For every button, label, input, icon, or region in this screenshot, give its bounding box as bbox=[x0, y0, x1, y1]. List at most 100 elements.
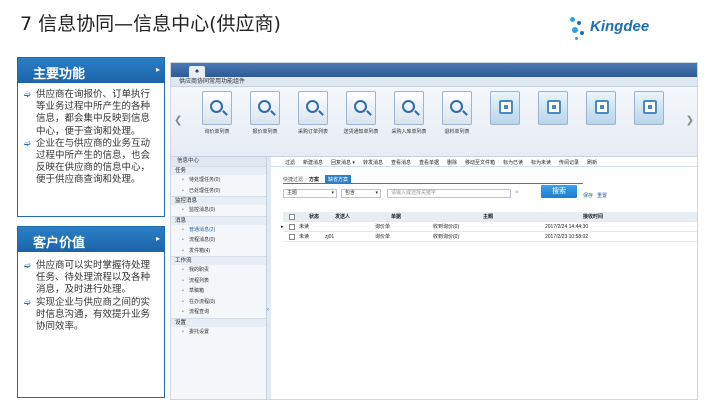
kingdee-logo: Kingdee bbox=[568, 15, 698, 45]
info-center-title: 信息中心 bbox=[171, 157, 266, 166]
column-header[interactable]: 接收时间 bbox=[583, 212, 603, 222]
tile-label: 报价单列表 bbox=[252, 129, 278, 135]
toolbar-button[interactable]: 新建消息 bbox=[303, 159, 323, 166]
tile-label: 采购订单列表 bbox=[297, 129, 328, 135]
function-tile[interactable]: 报价单列表 bbox=[247, 91, 283, 141]
document-icon bbox=[490, 91, 520, 125]
document-icon bbox=[634, 91, 664, 125]
function-tile[interactable] bbox=[487, 91, 523, 141]
toolbar-button[interactable]: 转发消息 bbox=[363, 159, 383, 166]
row-checkbox[interactable] bbox=[289, 234, 295, 240]
table-cell: 收到询价(0) bbox=[433, 224, 460, 230]
toolbar-button[interactable]: 标为未读 bbox=[531, 159, 551, 166]
filter-keyword-input[interactable]: 请输入或选择关键字 bbox=[387, 189, 511, 198]
nav-item[interactable]: 草稿箱 bbox=[171, 286, 266, 297]
customer-value-panel: 客户价值 ▸ ➫ 供应商可以实时掌握待处理 任务、待处理流程以及各种 消息，及时进行处… bbox=[17, 226, 165, 398]
message-table: 状态 发送人 单据 主题 接收时间 ▸ 未读 询价单 收到询价(0) 2017/2/24 14:4… bbox=[281, 212, 697, 242]
magnifier-icon bbox=[250, 91, 280, 125]
nav-group[interactable]: 任务 bbox=[171, 166, 266, 175]
chevron-left-icon[interactable]: ‹ bbox=[267, 307, 269, 313]
function-tile[interactable] bbox=[583, 91, 619, 141]
column-header[interactable]: 单据 bbox=[391, 212, 401, 222]
table-row[interactable]: 未读 zj01 询价单 收到询价(0) 2017/2/23 10:58:02 bbox=[283, 232, 697, 242]
reset-link[interactable]: 重置 bbox=[597, 192, 607, 199]
section-header: 供应商协同常用功能组件 bbox=[171, 77, 697, 87]
function-tile[interactable] bbox=[535, 91, 571, 141]
magnifier-icon bbox=[298, 91, 328, 125]
panel-header: 客户价值 ▸ bbox=[18, 227, 164, 252]
nav-item[interactable]: 在办流程(0) bbox=[171, 297, 266, 308]
nav-item[interactable]: 委托设置 bbox=[171, 327, 266, 338]
table-cell: 未读 bbox=[299, 234, 310, 240]
tile-label: 询价单列表 bbox=[204, 129, 230, 135]
table-cell: 收到询价(0) bbox=[433, 234, 460, 240]
nav-group[interactable]: 消息 bbox=[171, 215, 266, 225]
column-header[interactable]: 主题 bbox=[483, 212, 493, 222]
table-cell: 未读 bbox=[299, 224, 310, 230]
quick-filter-label: 快捷过滤 bbox=[283, 177, 304, 183]
function-tile[interactable]: 采购入库单列表 bbox=[391, 91, 427, 141]
function-tile[interactable]: 询价单列表 bbox=[199, 91, 235, 141]
function-tiles: ❮ ❯ 询价单列表 报价单列表 采购订单列表 送货通知单列表 采购入库单列表 退料单列表 bbox=[171, 87, 697, 157]
nav-item[interactable]: 待处理任务(0) bbox=[171, 175, 266, 186]
bullet-icon: ➫ bbox=[24, 138, 31, 148]
table-cell: 询价单 bbox=[375, 224, 391, 230]
nav-item[interactable]: 流程列表 bbox=[171, 276, 266, 287]
function-tile[interactable]: 采购订单列表 bbox=[295, 91, 331, 141]
toolbar-button[interactable]: 标为已读 bbox=[503, 159, 523, 166]
function-tile[interactable]: 送货通知单列表 bbox=[343, 91, 379, 141]
nav-item[interactable]: 发件箱(4) bbox=[171, 246, 266, 257]
nav-group[interactable]: 工作流 bbox=[171, 256, 266, 265]
document-icon bbox=[586, 91, 616, 125]
toolbar-button[interactable]: 查看单据 bbox=[419, 159, 439, 166]
app-top-bar: ♠ bbox=[171, 63, 697, 77]
magnifier-icon bbox=[394, 91, 424, 125]
bullet-item: ➫ 实现企业与供应商之间的实 时信息沟通，有效提升业务 协同效率。 bbox=[24, 296, 151, 333]
tile-label: 退料单列表 bbox=[444, 129, 470, 135]
clear-icon[interactable]: × bbox=[515, 190, 519, 196]
magnifier-icon bbox=[202, 91, 232, 125]
table-header: 状态 发送人 单据 主题 接收时间 bbox=[283, 212, 697, 222]
bullet-item: ➫ 供应商在询报价、订单执行 等业务过程中所产生的各种 信息，都会集中反映到信息 中心… bbox=[24, 89, 151, 137]
home-tab[interactable]: ♠ bbox=[189, 66, 205, 77]
nav-item[interactable]: 已处理任务(0) bbox=[171, 186, 266, 197]
panel-title: 主要功能 bbox=[33, 66, 86, 81]
toolbar-button[interactable]: 过滤 bbox=[285, 159, 295, 166]
nav-item[interactable]: 我的职责 bbox=[171, 265, 266, 276]
column-header[interactable]: 发送人 bbox=[335, 212, 350, 222]
toolbar-button[interactable]: 移动至文件箱 bbox=[465, 159, 495, 166]
toolbar-button[interactable]: 传阅记录 bbox=[559, 159, 579, 166]
nav-item[interactable]: 流程消息(0) bbox=[171, 235, 266, 246]
panel-title: 客户价值 bbox=[33, 235, 86, 250]
bullet-icon: ➫ bbox=[24, 297, 31, 307]
scheme-label: 方案 bbox=[309, 177, 320, 183]
search-button[interactable]: 搜索 bbox=[541, 185, 577, 198]
column-header[interactable]: 状态 bbox=[309, 212, 319, 222]
function-tile[interactable] bbox=[631, 91, 667, 141]
toolbar-button[interactable]: 回复消息 ▾ bbox=[331, 159, 355, 166]
toolbar-button[interactable]: 刷新 bbox=[587, 159, 597, 166]
arrow-right-icon: ▸ bbox=[155, 65, 160, 74]
nav-item[interactable]: 流程查询 bbox=[171, 307, 266, 318]
filter-operator-select[interactable]: 包含 ▾ bbox=[341, 189, 381, 198]
table-cell: 询价单 bbox=[375, 234, 391, 240]
table-row[interactable]: ▸ 未读 询价单 收到询价(0) 2017/2/24 14:44:30 bbox=[281, 222, 697, 232]
bullet-item: ➫ 供应商可以实时掌握待处理 任务、待处理流程以及各种 消息，及时进行处理。 bbox=[24, 260, 151, 296]
chevron-left-icon[interactable]: ❮ bbox=[174, 115, 182, 126]
scheme-links: 保存 重置 bbox=[583, 192, 607, 199]
save-link[interactable]: 保存 bbox=[583, 192, 593, 199]
main-functions-panel: 主要功能 ▸ ➫ 供应商在询报价、订单执行 等业务过程中所产生的各种 信息，都会集中反… bbox=[17, 57, 165, 217]
toolbar-button[interactable]: 删除 bbox=[447, 159, 457, 166]
function-tile[interactable]: 退料单列表 bbox=[439, 91, 475, 141]
nav-group[interactable]: 设置 bbox=[171, 317, 266, 327]
nav-item[interactable]: 监控消息(0) bbox=[171, 205, 266, 216]
filter-field-select[interactable]: 主题 ▾ bbox=[283, 189, 337, 198]
nav-group[interactable]: 监控消息 bbox=[171, 196, 266, 205]
nav-item[interactable]: 普通消息(2) bbox=[171, 225, 266, 236]
table-cell: zj01 bbox=[325, 234, 335, 240]
document-icon bbox=[538, 91, 568, 125]
toolbar-button[interactable]: 查看消息 bbox=[391, 159, 411, 166]
chevron-right-icon[interactable]: ❯ bbox=[686, 115, 694, 126]
row-checkbox[interactable] bbox=[289, 224, 295, 230]
select-all-checkbox[interactable] bbox=[289, 214, 295, 220]
